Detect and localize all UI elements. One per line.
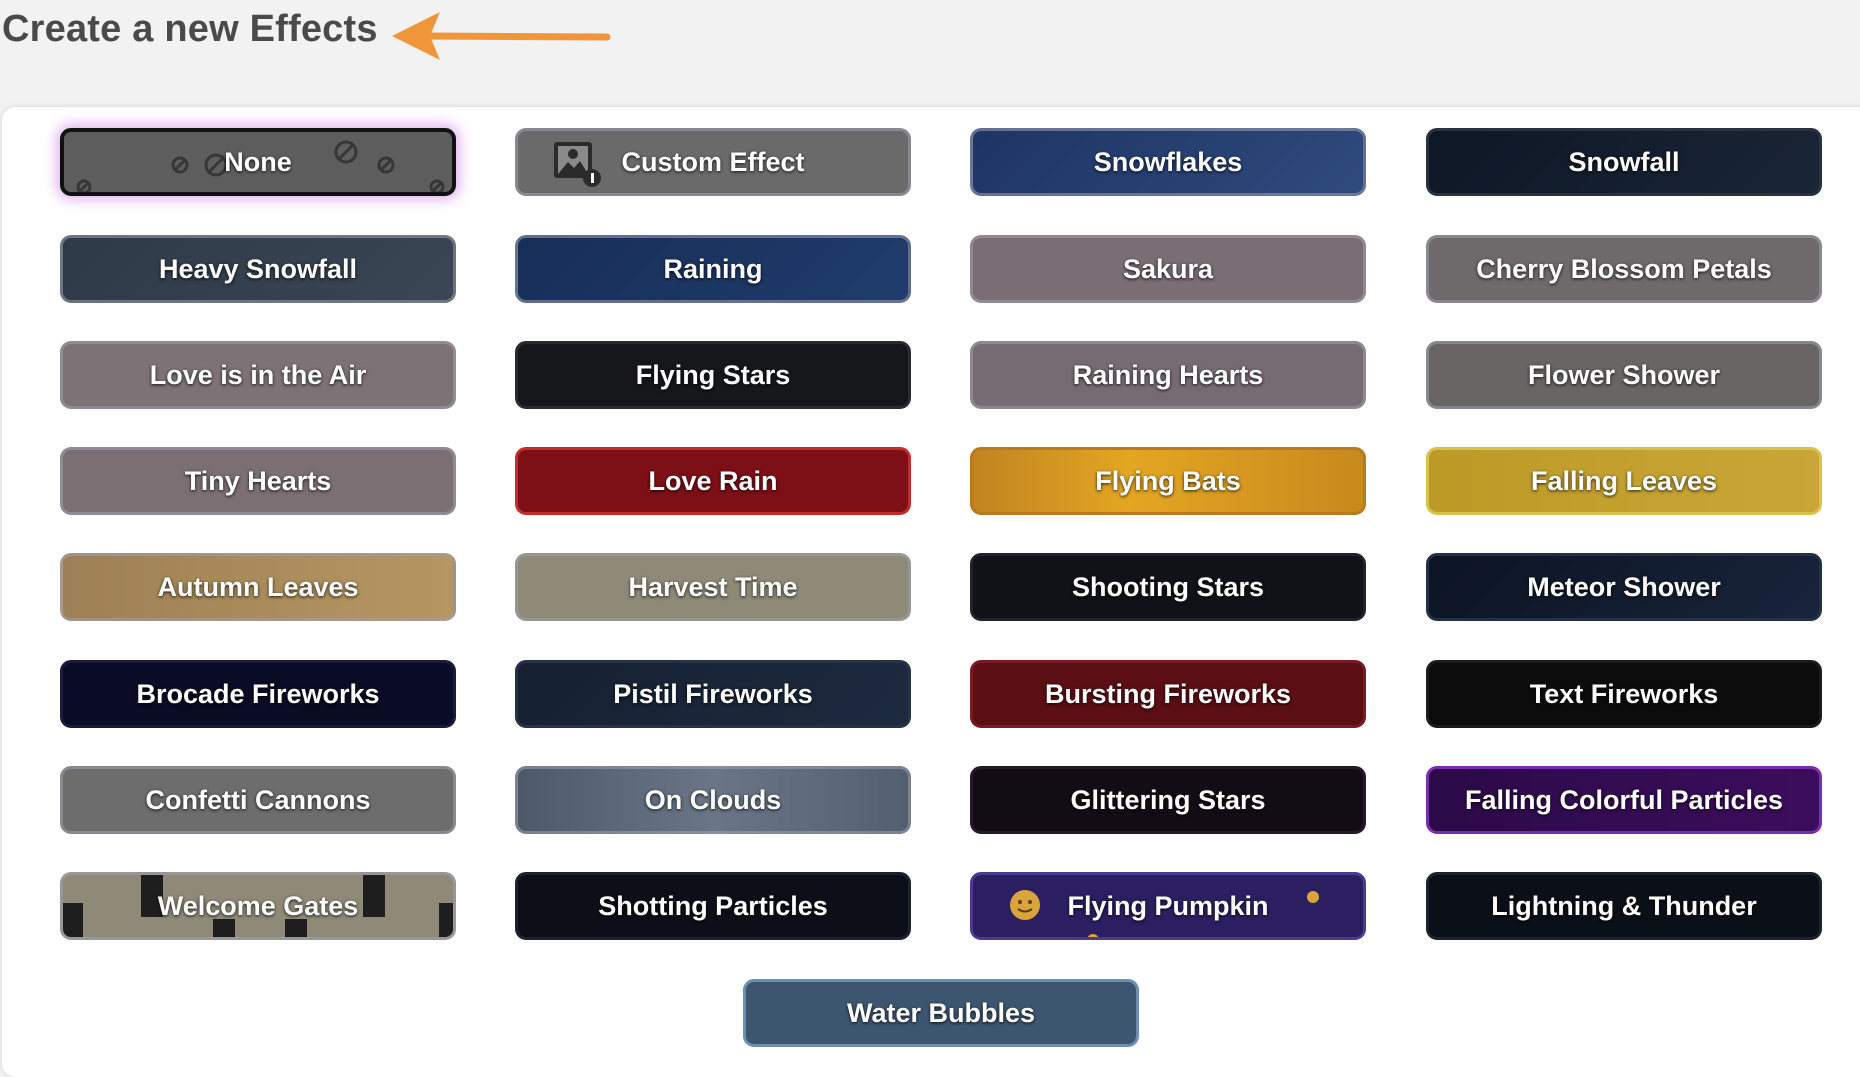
effect-label: Love Rain [648,465,778,496]
effect-label: Flying Stars [635,359,791,390]
effect-falling-leaves-button[interactable]: Falling Leaves [1426,447,1822,515]
effect-label: Glittering Stars [1070,784,1266,815]
effect-label: Flying Pumpkin [1067,890,1269,921]
effect-glittering-stars-button[interactable]: Glittering Stars [970,766,1366,834]
effect-label: Autumn Leaves [157,571,359,602]
effect-shooting-stars-button[interactable]: Shooting Stars [970,553,1366,621]
effect-label: Lightning & Thunder [1491,890,1757,921]
effect-label: Sakura [1122,253,1214,284]
arrow-pointer-icon [392,12,611,60]
effect-label: Heavy Snowfall [158,253,358,284]
effect-heavy-snowfall-button[interactable]: Heavy Snowfall [60,235,456,303]
effect-shotting-particles-button[interactable]: Shotting Particles [515,872,911,940]
effects-panel: None Custom Effect Snowflakes Snowfall H… [2,107,1860,1077]
effect-label: Confetti Cannons [145,784,371,815]
effect-label: Custom Effect [621,146,805,177]
effect-label: Text Fireworks [1529,678,1719,709]
effect-flying-bats-button[interactable]: Flying Bats [970,447,1366,515]
effect-label: Love is in the Air [149,359,367,390]
effect-label: Raining [663,253,763,284]
effect-flying-stars-button[interactable]: Flying Stars [515,341,911,409]
effect-flying-pumpkin-button[interactable]: Flying Pumpkin [970,872,1366,940]
effect-love-is-in-the-air-button[interactable]: Love is in the Air [60,341,456,409]
effect-cherry-blossom-petals-button[interactable]: Cherry Blossom Petals [1426,235,1822,303]
effect-label: Tiny Hearts [184,465,332,496]
effect-label: On Clouds [644,784,782,815]
effect-label: Harvest Time [628,571,798,602]
effect-love-rain-button[interactable]: Love Rain [515,447,911,515]
effect-water-bubbles-button[interactable]: Water Bubbles [743,979,1139,1047]
effect-meteor-shower-button[interactable]: Meteor Shower [1426,553,1822,621]
effect-autumn-leaves-button[interactable]: Autumn Leaves [60,553,456,621]
effect-label: Shotting Particles [598,890,828,921]
effect-label: Shooting Stars [1071,571,1264,602]
effect-sakura-button[interactable]: Sakura [970,235,1366,303]
effect-flower-shower-button[interactable]: Flower Shower [1426,341,1822,409]
effect-label: Falling Leaves [1530,465,1718,496]
effect-raining-button[interactable]: Raining [515,235,911,303]
effect-label: Brocade Fireworks [136,678,380,709]
effect-label: Bursting Fireworks [1044,678,1292,709]
effect-label: Welcome Gates [157,890,359,921]
effect-label: Flying Bats [1095,465,1241,496]
effect-label: Pistil Fireworks [613,678,813,709]
effect-label: Falling Colorful Particles [1464,784,1784,815]
effect-label: Snowfall [1568,146,1680,177]
effect-raining-hearts-button[interactable]: Raining Hearts [970,341,1366,409]
effect-none-button[interactable]: None [60,128,456,196]
effect-tiny-hearts-button[interactable]: Tiny Hearts [60,447,456,515]
effect-pistil-fireworks-button[interactable]: Pistil Fireworks [515,660,911,728]
effect-label: Cherry Blossom Petals [1476,253,1772,284]
effect-label: None [224,146,292,177]
effect-brocade-fireworks-button[interactable]: Brocade Fireworks [60,660,456,728]
effect-lightning-thunder-button[interactable]: Lightning & Thunder [1426,872,1822,940]
effect-label: Raining Hearts [1072,359,1264,390]
page-title: Create a new Effects [2,8,378,50]
effect-label: Flower Shower [1527,359,1721,390]
effect-snowfall-button[interactable]: Snowfall [1426,128,1822,196]
effect-label: Water Bubbles [846,997,1036,1028]
effect-falling-colorful-particles-button[interactable]: Falling Colorful Particles [1426,766,1822,834]
effect-bursting-fireworks-button[interactable]: Bursting Fireworks [970,660,1366,728]
effect-welcome-gates-button[interactable]: Welcome Gates [60,872,456,940]
effect-label: Snowflakes [1093,146,1243,177]
effect-harvest-time-button[interactable]: Harvest Time [515,553,911,621]
effect-confetti-cannons-button[interactable]: Confetti Cannons [60,766,456,834]
effect-snowflakes-button[interactable]: Snowflakes [970,128,1366,196]
effect-on-clouds-button[interactable]: On Clouds [515,766,911,834]
image-upload-icon [554,142,601,187]
effect-label: Meteor Shower [1527,571,1721,602]
effect-text-fireworks-button[interactable]: Text Fireworks [1426,660,1822,728]
effect-custom-effect-button[interactable]: Custom Effect [515,128,911,196]
